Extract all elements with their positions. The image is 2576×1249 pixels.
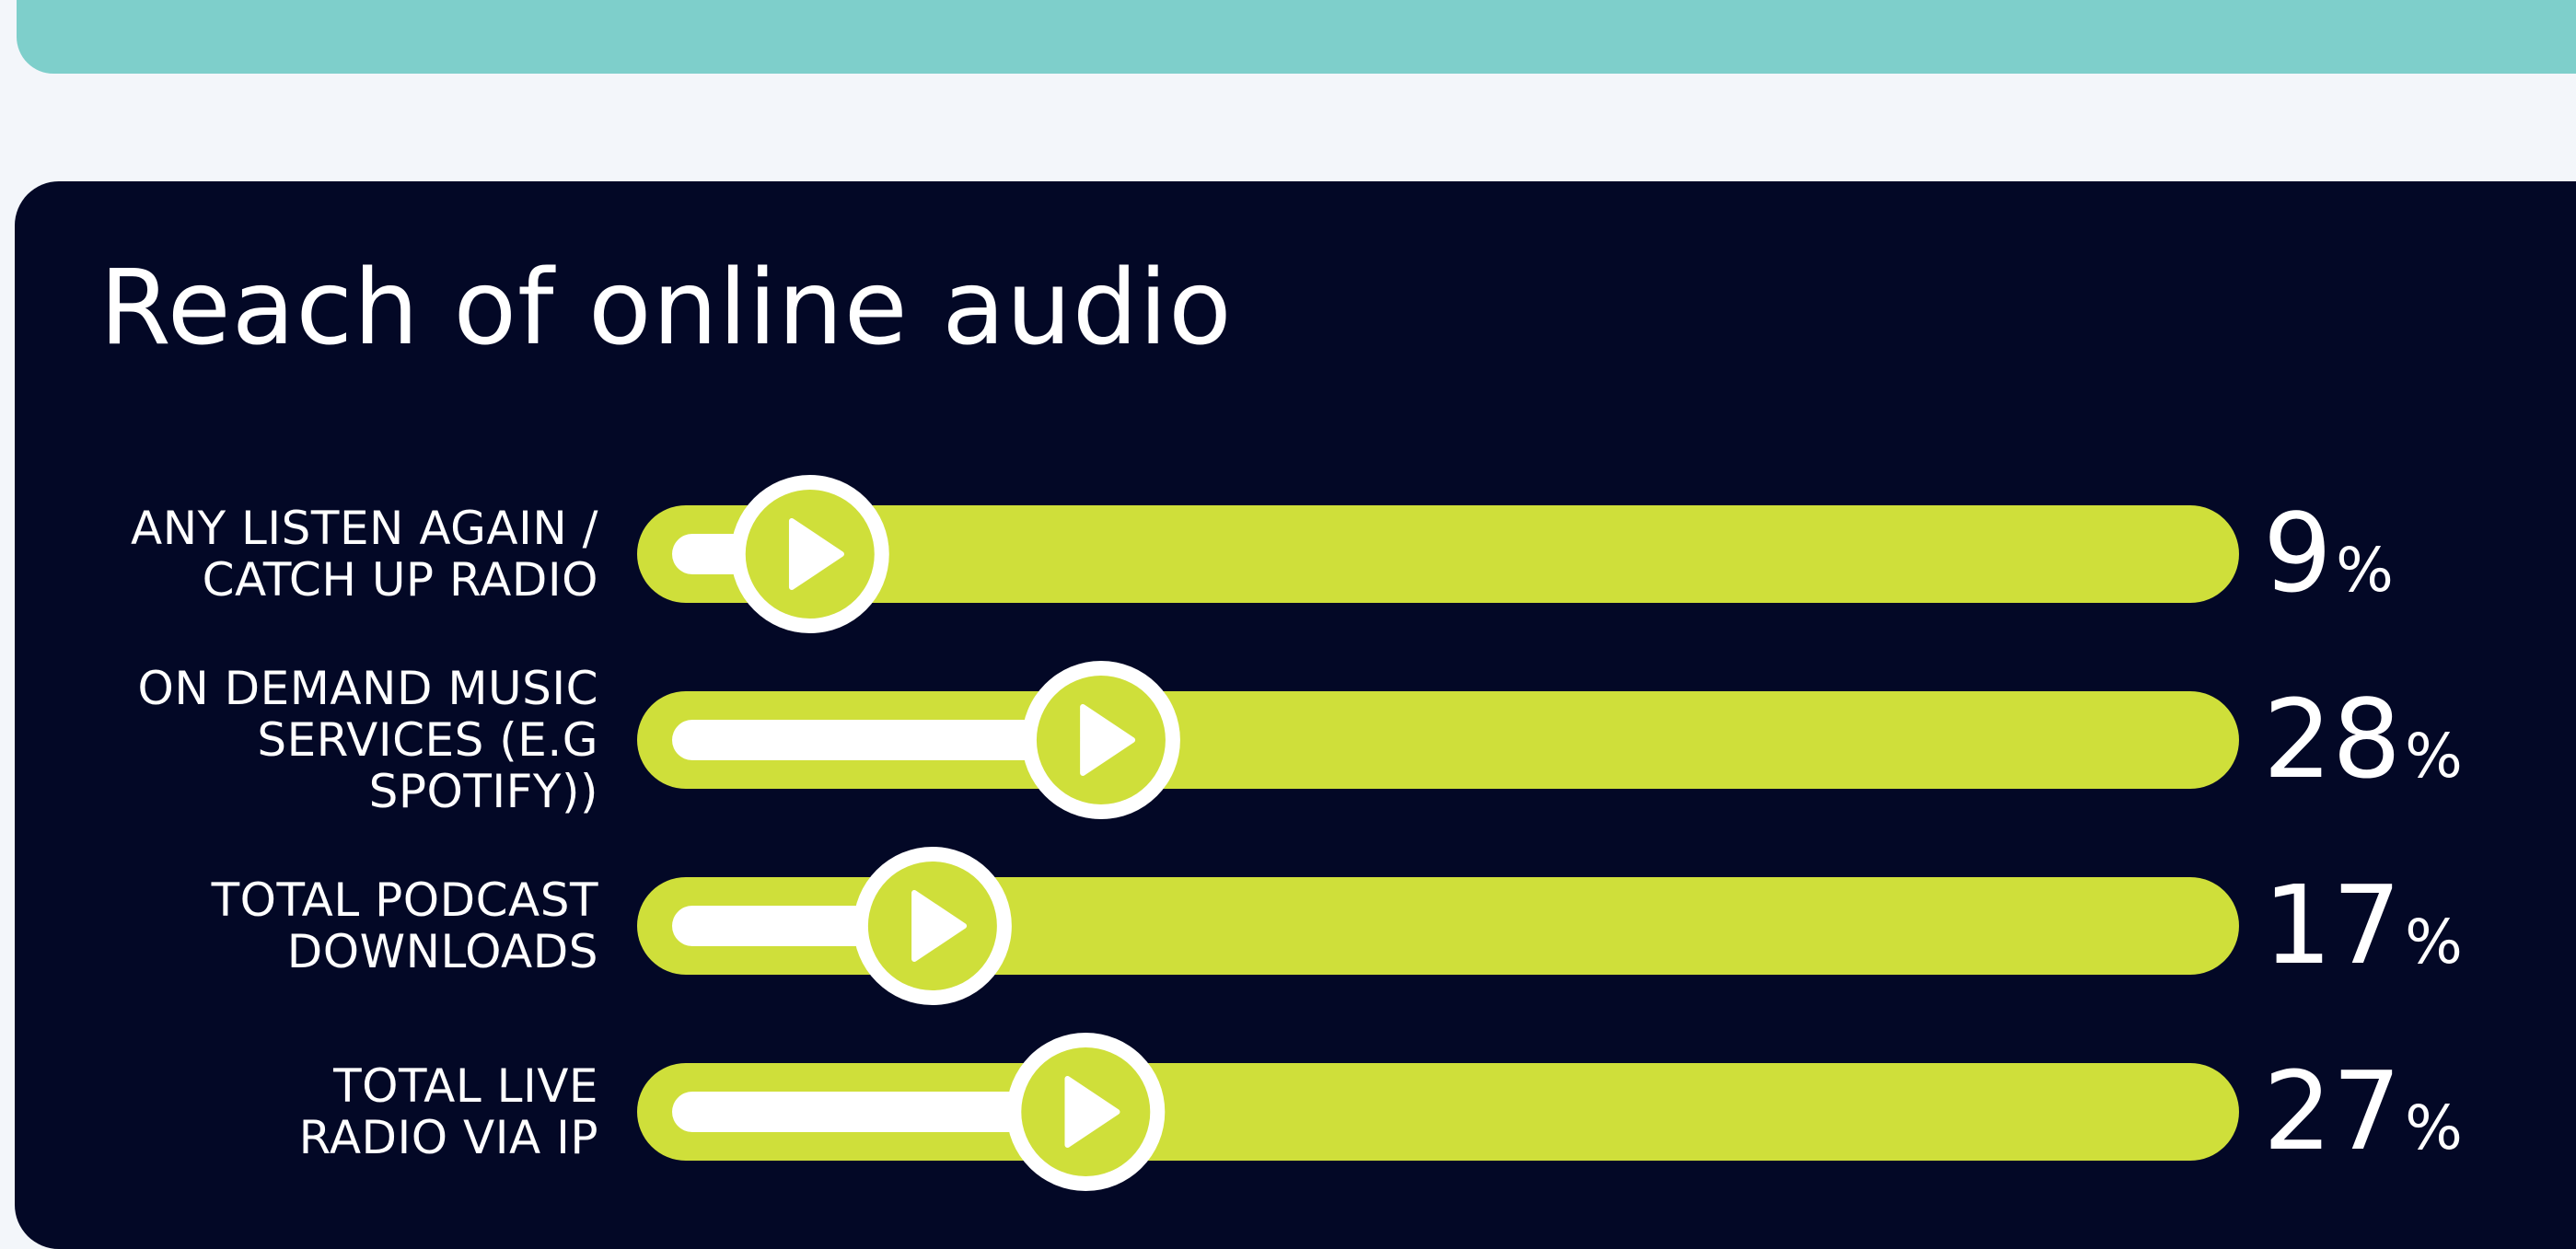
value-unit: % — [2405, 721, 2463, 792]
value-label: 27% — [2263, 1047, 2463, 1174]
value-number: 9 — [2263, 490, 2332, 617]
value-unit: % — [2405, 907, 2463, 977]
reach-chart: 9%28%17%27% — [637, 475, 2463, 1191]
value-number: 17 — [2263, 862, 2401, 989]
value-unit: % — [2336, 535, 2394, 606]
value-number: 27 — [2263, 1047, 2401, 1174]
value-label: 28% — [2263, 676, 2463, 803]
value-label: 9% — [2263, 490, 2394, 617]
value-number: 28 — [2263, 676, 2401, 803]
value-unit: % — [2405, 1093, 2463, 1163]
value-label: 17% — [2263, 862, 2463, 989]
